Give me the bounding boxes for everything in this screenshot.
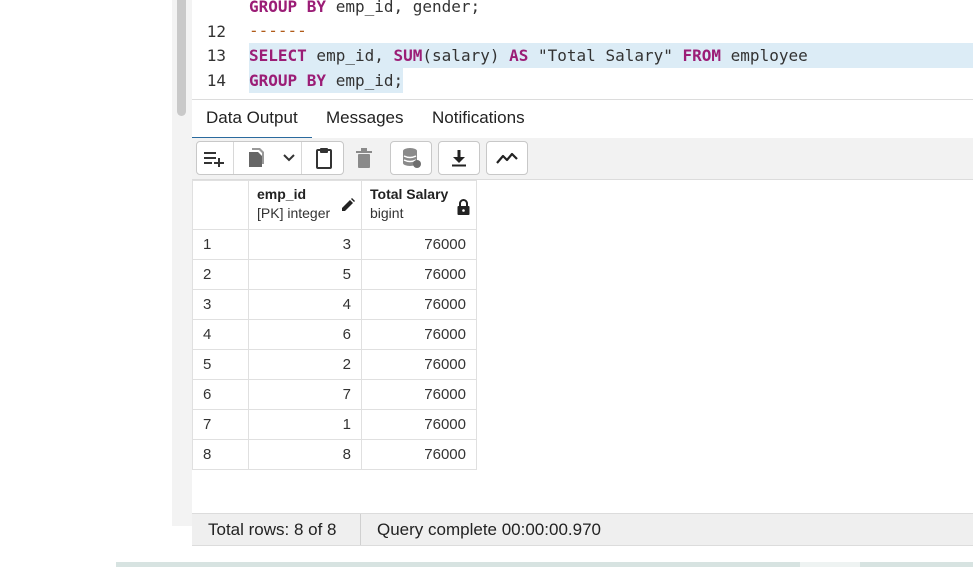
table-row[interactable]: 7 1 76000 <box>192 409 477 440</box>
row-number: 4 <box>192 319 249 350</box>
code-line-13[interactable]: 13 ------ <box>192 18 973 65</box>
add-row-button[interactable] <box>197 142 231 174</box>
sql-keyword: AS <box>509 46 529 65</box>
delete-icon <box>356 148 372 168</box>
row-number: 2 <box>192 259 249 290</box>
header-row: emp_id [PK] integer Total Salary bigint <box>192 180 477 230</box>
add-row-icon <box>204 152 224 167</box>
graph-icon <box>496 152 518 164</box>
edit-button-group <box>196 141 344 175</box>
cell-total-salary[interactable]: 76000 <box>361 289 477 320</box>
download-icon <box>452 150 466 167</box>
sql-text: emp_id, gender; <box>326 0 481 16</box>
code-line-14[interactable]: 14 SELECT emp_id, SUM(salary) AS "Total … <box>192 43 973 90</box>
tab-messages[interactable]: Messages <box>312 100 417 137</box>
paste-button[interactable] <box>307 142 341 174</box>
paste-icon <box>316 148 332 169</box>
divider <box>301 142 302 174</box>
graph-visualiser-button[interactable] <box>490 142 524 174</box>
copy-options-button[interactable] <box>277 142 301 174</box>
column-name: Total Salary <box>370 186 449 202</box>
table-row[interactable]: 6 7 76000 <box>192 379 477 410</box>
row-number: 8 <box>192 439 249 470</box>
code-line-12[interactable]: 12 GROUP BY emp_id, gender; <box>192 0 973 41</box>
lock-icon <box>457 199 470 215</box>
data-toolbar <box>192 138 973 180</box>
code-text: ------ <box>249 18 307 43</box>
sql-keyword: SUM <box>393 46 423 65</box>
data-grid: emp_id [PK] integer Total Salary bigint … <box>192 180 973 513</box>
left-pane <box>0 0 172 567</box>
sql-keyword: GROUP BY <box>249 0 327 16</box>
row-number: 5 <box>192 349 249 380</box>
sql-keyword: FROM <box>682 46 722 65</box>
delete-button[interactable] <box>347 142 381 174</box>
row-number: 6 <box>192 379 249 410</box>
table-row[interactable]: 5 2 76000 <box>192 349 477 380</box>
save-data-button[interactable] <box>394 142 428 174</box>
sql-text: "Total Salary" <box>528 46 683 65</box>
cell-emp-id[interactable]: 1 <box>248 409 362 440</box>
row-number: 7 <box>192 409 249 440</box>
cell-emp-id[interactable]: 7 <box>248 379 362 410</box>
cell-emp-id[interactable]: 2 <box>248 349 362 380</box>
sql-text: (salary) <box>422 46 510 65</box>
cell-total-salary[interactable]: 76000 <box>361 349 477 380</box>
cell-emp-id[interactable]: 6 <box>248 319 362 350</box>
column-name: emp_id <box>257 186 307 202</box>
cell-total-salary[interactable]: 76000 <box>361 229 477 260</box>
result-tabs: Data Output Messages Notifications <box>192 100 973 139</box>
save-data-icon <box>403 148 421 168</box>
pencil-icon <box>342 198 355 211</box>
column-type: bigint <box>370 205 404 221</box>
divider <box>360 514 361 545</box>
code-text: SELECT emp_id, SUM(salary) AS "Total Sal… <box>249 43 973 68</box>
download-button[interactable] <box>442 142 476 174</box>
cell-total-salary[interactable]: 76000 <box>361 259 477 290</box>
cell-emp-id[interactable]: 3 <box>248 229 362 260</box>
download-group <box>438 141 480 175</box>
column-header-total-salary[interactable]: Total Salary bigint <box>361 180 477 230</box>
table-row[interactable]: 8 8 76000 <box>192 439 477 470</box>
sql-text: emp_id, <box>306 46 394 65</box>
results-table: emp_id [PK] integer Total Salary bigint … <box>192 180 477 470</box>
code-line-15[interactable]: 15 GROUP BY emp_id; <box>192 68 973 99</box>
table-row[interactable]: 4 6 76000 <box>192 319 477 350</box>
tab-notifications[interactable]: Notifications <box>418 100 539 137</box>
tab-data-output[interactable]: Data Output <box>192 100 312 139</box>
cell-emp-id[interactable]: 8 <box>248 439 362 470</box>
cell-total-salary[interactable]: 76000 <box>361 319 477 350</box>
table-row[interactable]: 1 3 76000 <box>192 229 477 260</box>
graph-group <box>486 141 528 175</box>
horizontal-scroll-thumb[interactable] <box>800 562 860 567</box>
row-number: 1 <box>192 229 249 260</box>
sql-comment: ------ <box>249 21 307 40</box>
sql-text: employee <box>721 46 808 65</box>
column-header-emp-id[interactable]: emp_id [PK] integer <box>248 180 362 230</box>
copy-button[interactable] <box>234 142 278 174</box>
row-number: 3 <box>192 289 249 320</box>
cell-total-salary[interactable]: 76000 <box>361 409 477 440</box>
query-status-text: Query complete 00:00:00.970 <box>377 520 601 539</box>
total-rows-text: Total rows: 8 of 8 <box>208 520 337 539</box>
row-number-header <box>192 180 249 230</box>
sql-keyword: SELECT <box>249 46 307 65</box>
table-row[interactable]: 2 5 76000 <box>192 259 477 290</box>
sql-text: emp_id; <box>326 71 404 90</box>
editor-scroll-thumb[interactable] <box>177 0 186 116</box>
sql-keyword: GROUP BY <box>249 71 327 90</box>
save-data-group <box>390 141 432 175</box>
status-bar: Total rows: 8 of 8 Query complete 00:00:… <box>192 513 973 546</box>
cell-total-salary[interactable]: 76000 <box>361 439 477 470</box>
code-text: GROUP BY emp_id; <box>249 68 404 93</box>
dropdown-chevron-icon <box>283 154 295 162</box>
copy-icon <box>249 148 264 167</box>
table-row[interactable]: 3 4 76000 <box>192 289 477 320</box>
cell-total-salary[interactable]: 76000 <box>361 379 477 410</box>
code-text: GROUP BY emp_id, gender; <box>249 0 480 19</box>
cell-emp-id[interactable]: 4 <box>248 289 362 320</box>
sql-editor[interactable]: 12 GROUP BY emp_id, gender; 13 ------ 14… <box>192 0 973 99</box>
column-type: [PK] integer <box>257 205 331 221</box>
cell-emp-id[interactable]: 5 <box>248 259 362 290</box>
